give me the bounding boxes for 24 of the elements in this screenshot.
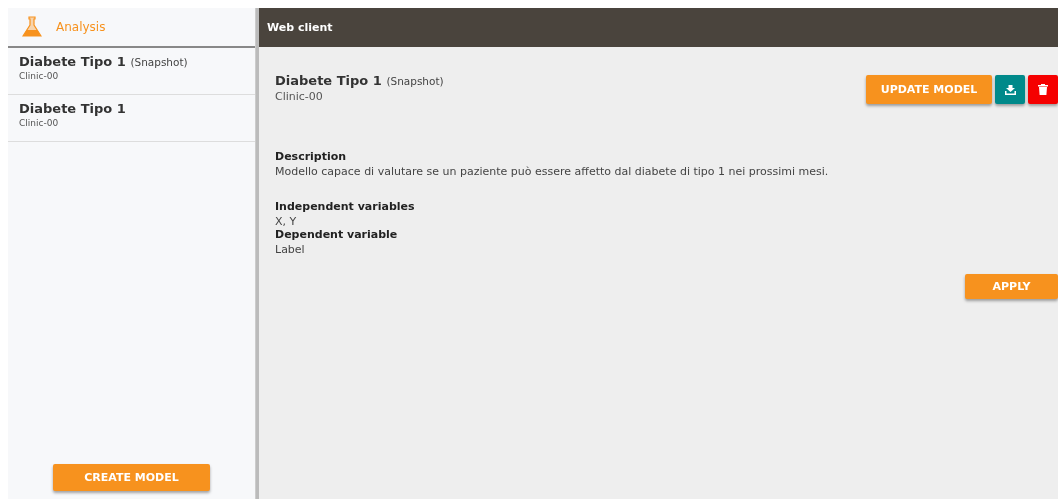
item-title: Diabete Tipo 1 [19, 101, 127, 116]
field-value: Label [275, 243, 306, 256]
field-value: Modello capace di valutare se un paziente può essere affetto dal diabete di tipo 1 nei prossimi mesi. [275, 165, 830, 178]
model-list-item[interactable]: Diabete Tipo 1 (Snapshot) Clinic-00 [8, 48, 255, 95]
download-button[interactable] [995, 75, 1025, 104]
download-icon [1004, 84, 1016, 95]
create-model-button[interactable]: CREATE MODEL [53, 464, 210, 491]
sidebar-title: Analysis [56, 20, 106, 34]
field-label: Independent variables [275, 200, 416, 213]
trash-icon [1038, 84, 1048, 95]
field-value: X, Y [275, 215, 298, 228]
header-bar: Web client [259, 8, 1058, 47]
field-label: Description [275, 150, 348, 163]
clinic-label: Clinic-00 [19, 71, 60, 81]
clinic-label: Clinic-00 [19, 118, 60, 128]
item-title: Diabete Tipo 1 (Snapshot) [19, 54, 189, 69]
clinic-label: Clinic-00 [275, 90, 324, 103]
update-model-button[interactable]: UPDATE MODEL [866, 75, 992, 104]
field-label: Dependent variable [275, 228, 399, 241]
apply-button[interactable]: APPLY [965, 274, 1058, 299]
model-list-item[interactable]: Diabete Tipo 1 Clinic-00 [8, 95, 255, 142]
delete-button[interactable] [1028, 75, 1058, 104]
flask-icon [22, 16, 42, 38]
model-title: Diabete Tipo 1 (Snapshot) [275, 73, 444, 88]
